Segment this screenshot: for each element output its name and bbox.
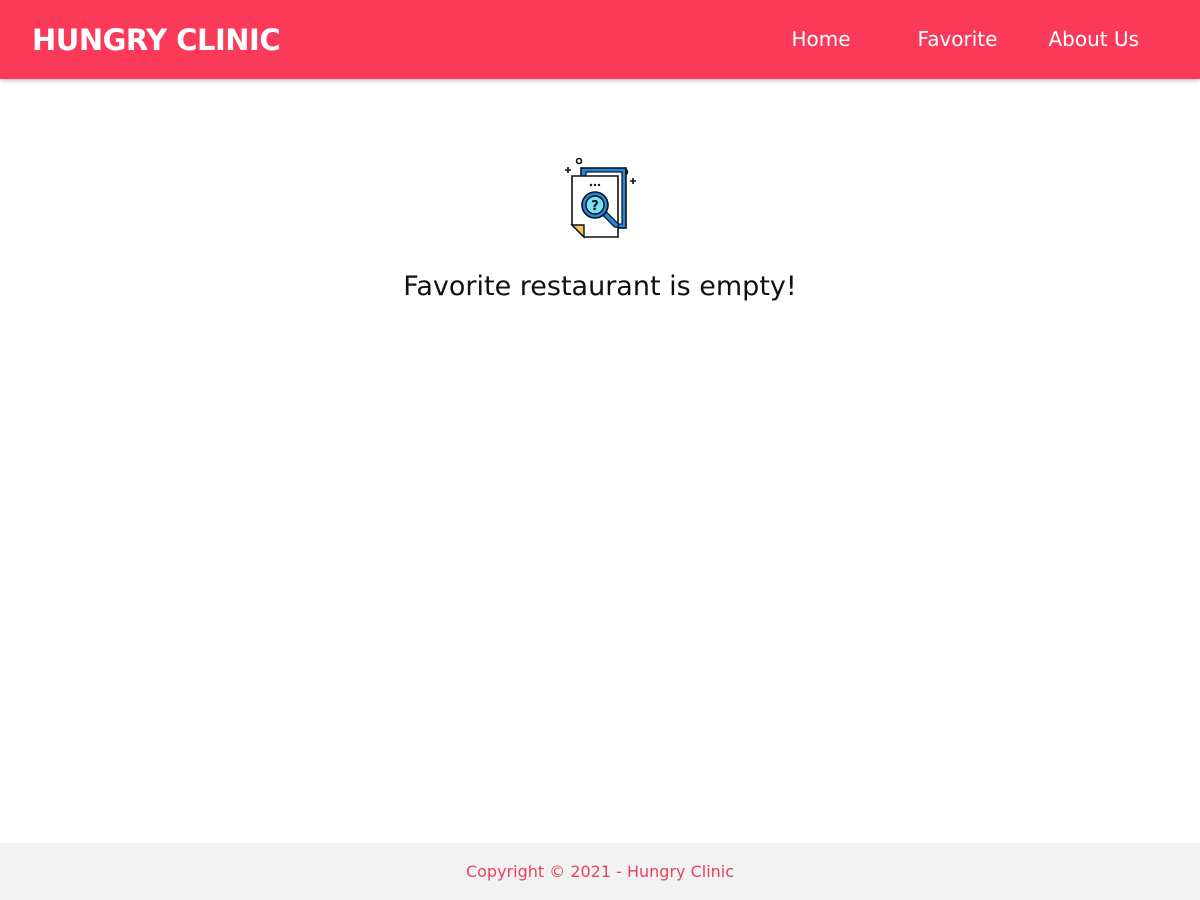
empty-favorites-message: Favorite restaurant is empty! [403, 271, 797, 302]
main-content: ? Favorite restaurant is empty! [0, 79, 1200, 843]
site-footer: Copyright © 2021 - Hungry Clinic [0, 843, 1200, 900]
nav-link-favorite[interactable]: Favorite [918, 0, 998, 79]
svg-text:?: ? [591, 199, 599, 214]
nav-link-home[interactable]: Home [791, 0, 850, 79]
document-search-question-icon: ? [562, 157, 638, 241]
main-nav: Home Favorite About Us [791, 0, 1139, 79]
nav-link-about-us[interactable]: About Us [1048, 0, 1139, 79]
app-bar: HUNGRY CLINIC Home Favorite About Us [0, 0, 1200, 79]
copyright-text: Copyright © 2021 - Hungry Clinic [465, 862, 735, 881]
page: HUNGRY CLINIC Home Favorite About Us ? F… [0, 0, 1200, 900]
brand-logo-link[interactable]: HUNGRY CLINIC [32, 23, 281, 57]
